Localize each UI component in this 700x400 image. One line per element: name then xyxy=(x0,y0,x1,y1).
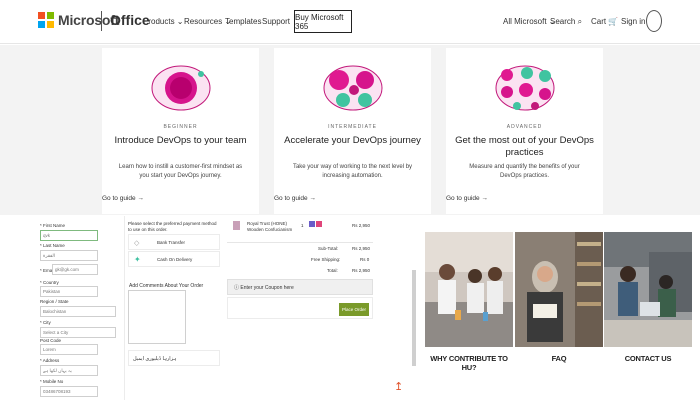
library-reader-image xyxy=(515,232,603,347)
note-box xyxy=(128,350,220,366)
refresh-icon[interactable] xyxy=(309,221,315,227)
card-level: ADVANCED xyxy=(506,124,543,130)
product-thumbnail[interactable] xyxy=(233,221,240,230)
option-label: Cash On Delivery xyxy=(157,257,193,262)
card-beginner[interactable]: BEGINNER Introduce DevOps to your team L… xyxy=(102,48,259,214)
beginner-illustration-icon xyxy=(151,65,211,111)
card-guide-link[interactable]: Go to guide → xyxy=(274,195,431,202)
card-title: Get the most out of your DevOps practice… xyxy=(455,135,594,158)
comments-label: Add Comments About Your Order xyxy=(129,283,204,289)
card-title: Accelerate your DevOps journey xyxy=(284,135,421,146)
microsoft-logo-icon[interactable] xyxy=(38,12,54,28)
search-button[interactable]: Search ⌕ xyxy=(550,17,582,27)
header-divider xyxy=(101,11,102,31)
tile-caption: FAQ xyxy=(551,354,567,363)
product-price: Rs 2,950 xyxy=(352,223,371,228)
cart-button[interactable]: Cart 🛒 xyxy=(591,17,618,26)
email-field[interactable]: gk@gk.com xyxy=(52,264,98,275)
radio-selected-icon[interactable]: ✦ xyxy=(134,255,141,264)
mobile-field[interactable]: 03486708193 xyxy=(40,386,98,397)
card-level: INTERMEDIATE xyxy=(328,124,377,130)
option-label: Bank Transfer xyxy=(157,240,186,245)
country-label: * Country xyxy=(40,280,59,285)
country-field[interactable]: Pakistan xyxy=(40,286,98,297)
coupon-toggle[interactable]: ⓘ Enter your Coupon here xyxy=(227,279,373,295)
scrollbar[interactable] xyxy=(412,270,416,366)
all-microsoft-menu[interactable]: All Microsoft ⌄ xyxy=(503,17,556,26)
nav-products[interactable]: Products ⌄ xyxy=(143,17,184,26)
order-comments-textarea[interactable] xyxy=(128,290,186,344)
tile-faq[interactable]: FAQ xyxy=(515,232,603,382)
card-intermediate[interactable]: INTERMEDIATE Accelerate your DevOps jour… xyxy=(274,48,431,214)
tile-caption: WHY CONTRIBUTE TO HU? xyxy=(430,354,508,372)
first-name-label: * First Name xyxy=(40,223,66,228)
buy-button[interactable]: Buy Microsoft 365 xyxy=(294,10,352,33)
postcode-field[interactable]: Lorem xyxy=(40,344,98,355)
tile-caption: CONTACT US xyxy=(624,354,672,363)
region-label: Region / State xyxy=(40,299,69,304)
address-label: * Address xyxy=(40,358,60,363)
tile-why-contribute[interactable]: WHY CONTRIBUTE TO HU? xyxy=(425,232,513,382)
coupon-text: Enter your Coupon here xyxy=(240,285,294,291)
intermediate-illustration-icon xyxy=(323,65,383,111)
card-guide-link[interactable]: Go to guide → xyxy=(102,195,259,202)
tile-contact-us[interactable]: CONTACT US xyxy=(604,232,692,382)
bank-transfer-option[interactable]: ◇ Bank Transfer xyxy=(128,234,220,250)
nav-support[interactable]: Support xyxy=(262,17,290,26)
avatar-icon[interactable] xyxy=(646,10,662,32)
card-title: Introduce DevOps to your team xyxy=(114,135,247,146)
card-description: Take your way of working to the next lev… xyxy=(292,164,413,179)
subtotal-value: Rs 2,950 xyxy=(352,246,371,251)
search-icon: ⌕ xyxy=(577,17,583,26)
city-label: * City xyxy=(40,320,51,325)
last-name-label: * Last Name xyxy=(40,243,65,248)
site-header: Microsoft Office Products ⌄ Resources ⌄ … xyxy=(0,0,700,44)
shipping-label: Free Shipping: xyxy=(311,257,341,262)
total-label: Total: xyxy=(327,268,338,273)
card-guide-link[interactable]: Go to guide → xyxy=(446,195,603,202)
subtotal-label: Sub-Total: xyxy=(318,246,339,251)
product-qty: 1 xyxy=(301,223,304,228)
product-name[interactable]: Royal Trust (HONE) Wooden Confucianism xyxy=(247,221,297,233)
library-students-image xyxy=(604,232,692,347)
payment-intro: Please select the preferred payment meth… xyxy=(128,221,217,232)
radio-unselected-icon[interactable]: ◇ xyxy=(134,239,139,247)
advanced-illustration-icon xyxy=(495,65,555,111)
postcode-label: Post Code xyxy=(40,338,62,343)
lab-students-image xyxy=(425,232,513,347)
cart-icon: 🛒 xyxy=(608,17,619,26)
city-select[interactable]: Select a City xyxy=(40,327,116,338)
remove-icon[interactable] xyxy=(316,221,322,227)
cash-on-delivery-option[interactable]: ✦ Cash On Delivery xyxy=(128,251,220,267)
card-description: Measure and quantify the benefits of you… xyxy=(469,164,580,179)
place-order-button[interactable]: Place Order xyxy=(339,303,369,316)
total-value: Rs 2,950 xyxy=(352,268,371,273)
card-advanced[interactable]: ADVANCED Get the most out of your DevOps… xyxy=(446,48,603,214)
summary-divider xyxy=(227,242,373,243)
region-select[interactable]: Balochistan xyxy=(40,306,116,317)
scroll-to-top-icon[interactable]: ↥ xyxy=(394,380,403,393)
signin-link[interactable]: Sign in xyxy=(621,17,645,26)
first-name-field[interactable]: qvk xyxy=(40,230,98,241)
address-field[interactable]: یہ یہاں لکھا ہے xyxy=(40,365,98,376)
card-description: Learn how to instill a customer-first mi… xyxy=(118,164,243,179)
mobile-label: * Mobile No xyxy=(40,379,64,384)
nav-templates[interactable]: Templates xyxy=(225,17,261,26)
last-name-field[interactable]: الفقرة xyxy=(40,250,98,261)
shipping-value: Rs 0 xyxy=(360,257,370,262)
card-level: BEGINNER xyxy=(163,124,198,130)
